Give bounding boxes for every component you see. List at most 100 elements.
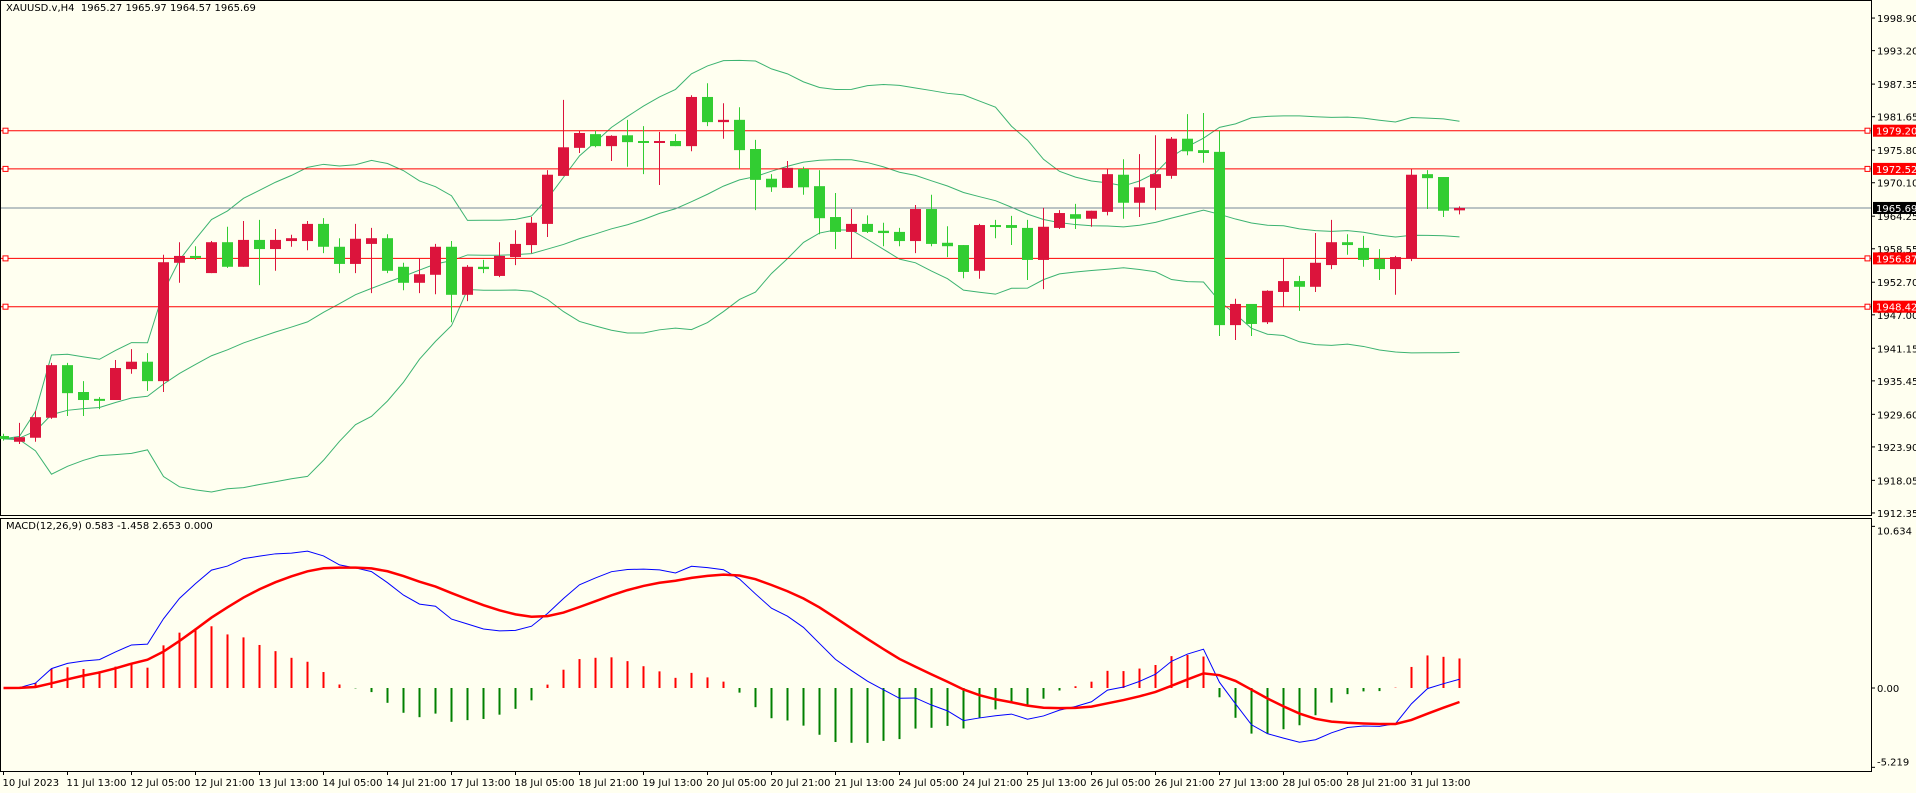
macd-tick-label: 10.634 [1877, 526, 1912, 537]
price-tick-label: 1952.70 [1877, 278, 1916, 289]
bear-candle [1438, 177, 1449, 211]
bull-candle [1390, 257, 1401, 270]
macd-tick-label: -5.219 [1877, 757, 1909, 768]
bull-candle [782, 167, 793, 188]
bull-candle [350, 238, 361, 264]
bull-candle [1086, 210, 1097, 219]
price-tick-label: 1929.60 [1877, 410, 1916, 421]
bull-candle [206, 242, 217, 274]
bull-candle [270, 239, 281, 250]
level-handle[interactable] [2, 303, 9, 310]
time-label: 12 Jul 21:00 [195, 778, 255, 789]
time-label: 21 Jul 13:00 [835, 778, 895, 789]
price-tick-label: 1941.15 [1877, 344, 1916, 355]
bear-candle [878, 230, 889, 234]
bear-candle [942, 242, 953, 247]
time-label: 12 Jul 05:00 [131, 778, 191, 789]
bull-candle [1326, 242, 1337, 266]
chart-canvas[interactable]: 1998.90 1993.20 1987.35 1981.65 1975.80 1970.… [0, 0, 1916, 793]
time-label: 18 Jul 05:00 [515, 778, 575, 789]
level-handle[interactable] [2, 255, 9, 262]
price-tick-label: 1981.65 [1877, 113, 1916, 124]
level-handle[interactable] [1864, 127, 1871, 134]
bear-candle [1422, 174, 1433, 179]
time-label: 28 Jul 21:00 [1347, 778, 1407, 789]
bear-candle [1022, 227, 1033, 260]
time-label: 31 Jul 13:00 [1411, 778, 1471, 789]
level-price-label: 1979.20 [1876, 127, 1916, 138]
bull-candle [718, 119, 729, 123]
bear-candle [1198, 150, 1209, 154]
time-label: 10 Jul 2023 [3, 778, 60, 789]
bear-candle [1006, 225, 1017, 228]
level-price-label: 1972.52 [1876, 165, 1916, 176]
bear-candle [894, 231, 905, 242]
bollinger-lower [3, 229, 1460, 493]
bear-candle [590, 134, 601, 147]
bull-candle [606, 135, 617, 147]
price-tick-label: 1918.05 [1877, 476, 1916, 487]
bear-candle [0, 436, 9, 439]
time-label: 26 Jul 05:00 [1091, 778, 1151, 789]
level-handle[interactable] [2, 165, 9, 172]
bull-candle [846, 223, 857, 232]
bull-candle [126, 361, 137, 370]
symbol-label: XAUUSD.v,H4 [6, 3, 75, 14]
bull-candle [510, 243, 521, 258]
bear-candle [1214, 151, 1225, 326]
bear-candle [190, 255, 201, 258]
bull-candle [1262, 290, 1273, 323]
bear-candle [766, 178, 777, 188]
bull-candle [1454, 207, 1465, 211]
price-tick-label: 1923.90 [1877, 443, 1916, 454]
bear-candle [62, 365, 73, 394]
time-label: 11 Jul 13:00 [67, 778, 127, 789]
price-tick-label: 1998.90 [1877, 14, 1916, 25]
macd-signal-line [3, 566, 1460, 726]
time-label: 27 Jul 13:00 [1219, 778, 1279, 789]
bull-candle [1150, 174, 1161, 188]
bull-candle [1054, 213, 1065, 228]
symbol-info: XAUUSD.v,H4 1965.27 1965.97 1964.57 1965… [6, 3, 256, 14]
bear-candle [1294, 281, 1305, 287]
bull-candle [30, 417, 41, 438]
bull-candle [366, 238, 377, 244]
macd-name: MACD(12,26,9) [6, 521, 82, 532]
bear-candle [750, 148, 761, 180]
bull-candle [574, 132, 585, 148]
time-label: 13 Jul 13:00 [259, 778, 319, 789]
bull-candle [1406, 174, 1417, 259]
macd-pane-frame [0, 518, 1872, 772]
time-label: 20 Jul 21:00 [771, 778, 831, 789]
bear-candle [1342, 242, 1353, 246]
bear-candle [814, 186, 825, 219]
level-handle[interactable] [1864, 303, 1871, 310]
bull-candle [158, 262, 169, 382]
bull-candle [494, 255, 505, 276]
level-handle[interactable] [1864, 255, 1871, 262]
bull-candle [654, 140, 665, 143]
time-label: 26 Jul 21:00 [1155, 778, 1215, 789]
bear-candle [254, 239, 265, 250]
bull-candle [910, 209, 921, 242]
bull-candle [1134, 187, 1145, 203]
bull-candle [14, 437, 25, 442]
bear-candle [398, 266, 409, 283]
level-handle[interactable] [1864, 165, 1871, 172]
bull-candle [430, 246, 441, 275]
bear-candle [94, 398, 105, 401]
time-label: 19 Jul 13:00 [643, 778, 703, 789]
price-tick-label: 1993.20 [1877, 47, 1916, 58]
time-label: 25 Jul 13:00 [1027, 778, 1087, 789]
bear-candle [990, 225, 1001, 228]
ohlc-readout: 1965.27 1965.97 1964.57 1965.69 [80, 3, 256, 14]
bull-candle [286, 238, 297, 242]
bull-candle [1230, 303, 1241, 326]
bull-candle [46, 365, 57, 418]
bear-candle [622, 135, 633, 143]
macd-line [3, 550, 1460, 743]
current-price-label: 1965.69 [1876, 204, 1916, 215]
bear-candle [318, 223, 329, 247]
level-handle[interactable] [2, 127, 9, 134]
bear-candle [798, 169, 809, 188]
